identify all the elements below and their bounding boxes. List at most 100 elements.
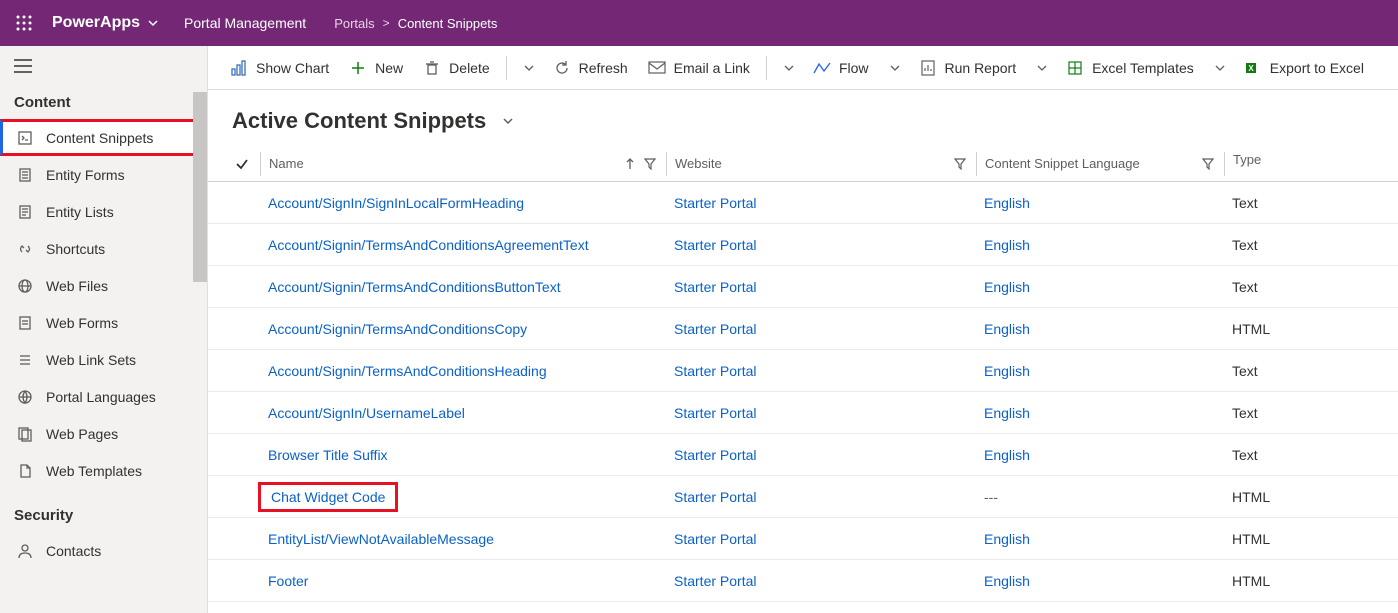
- run-report-button[interactable]: Run Report: [909, 46, 1027, 90]
- app-switch-chevron-icon[interactable]: [146, 16, 160, 30]
- svg-text:X: X: [1248, 64, 1254, 73]
- row-name[interactable]: Browser Title Suffix: [260, 447, 666, 463]
- row-name[interactable]: EntityList/ViewNotAvailableMessage: [260, 531, 666, 547]
- table-row[interactable]: FooterStarter PortalEnglishHTML: [208, 560, 1398, 602]
- run-report-label: Run Report: [945, 60, 1017, 76]
- row-website[interactable]: Starter Portal: [666, 363, 976, 379]
- row-name[interactable]: Account/Signin/TermsAndConditionsHeading: [260, 363, 666, 379]
- view-chevron-icon[interactable]: [500, 113, 516, 129]
- table-row[interactable]: Chat Widget CodeStarter Portal---HTML: [208, 476, 1398, 518]
- app-launcher-icon[interactable]: [12, 11, 36, 35]
- flow-chevron[interactable]: [881, 46, 909, 90]
- delete-chevron[interactable]: [515, 46, 543, 90]
- row-name[interactable]: Account/SignIn/UsernameLabel: [260, 405, 666, 421]
- filter-icon[interactable]: [644, 158, 656, 170]
- table-row[interactable]: EntityList/ViewNotAvailableMessageStarte…: [208, 518, 1398, 560]
- row-language[interactable]: English: [976, 321, 1224, 337]
- flow-label: Flow: [839, 60, 869, 76]
- row-language[interactable]: English: [976, 195, 1224, 211]
- row-name[interactable]: Account/Signin/TermsAndConditionsCopy: [260, 321, 666, 337]
- row-website[interactable]: Starter Portal: [666, 321, 976, 337]
- sidebar-item-portal-languages[interactable]: Portal Languages: [0, 378, 207, 415]
- row-website[interactable]: Starter Portal: [666, 279, 976, 295]
- row-type: Text: [1224, 237, 1398, 253]
- sidebar-item-web-forms[interactable]: Web Forms: [0, 304, 207, 341]
- contacts-icon: [16, 542, 34, 560]
- area-name[interactable]: Portal Management: [184, 15, 306, 31]
- email-link-button[interactable]: Email a Link: [638, 46, 760, 90]
- refresh-button[interactable]: Refresh: [543, 46, 638, 90]
- sidebar: Content Content Snippets Entity FormsEnti…: [0, 46, 208, 613]
- row-website[interactable]: Starter Portal: [666, 405, 976, 421]
- select-all-check[interactable]: [224, 157, 260, 171]
- sidebar-item-web-templates[interactable]: Web Templates: [0, 452, 207, 489]
- row-website[interactable]: Starter Portal: [666, 195, 976, 211]
- sidebar-toggle[interactable]: [0, 46, 207, 86]
- row-website[interactable]: Starter Portal: [666, 447, 976, 463]
- sidebar-item-web-link-sets[interactable]: Web Link Sets: [0, 341, 207, 378]
- export-excel-button[interactable]: X Export to Excel: [1234, 46, 1374, 90]
- delete-button[interactable]: Delete: [413, 46, 499, 90]
- row-name[interactable]: Account/Signin/TermsAndConditionsAgreeme…: [260, 237, 666, 253]
- col-header-name[interactable]: Name: [260, 152, 666, 176]
- sidebar-item-label: Web Forms: [46, 315, 118, 331]
- table-row[interactable]: Account/Signin/TermsAndConditionsButtonT…: [208, 266, 1398, 308]
- table-row[interactable]: Account/Signin/TermsAndConditionsHeading…: [208, 350, 1398, 392]
- col-header-website[interactable]: Website: [666, 152, 976, 176]
- row-website[interactable]: Starter Portal: [666, 237, 976, 253]
- filter-icon[interactable]: [1202, 158, 1214, 170]
- row-website[interactable]: Starter Portal: [666, 573, 976, 589]
- table-row[interactable]: Account/SignIn/UsernameLabelStarter Port…: [208, 392, 1398, 434]
- sidebar-item-web-pages[interactable]: Web Pages: [0, 415, 207, 452]
- row-name[interactable]: Footer: [260, 573, 666, 589]
- export-excel-label: Export to Excel: [1270, 60, 1364, 76]
- show-chart-button[interactable]: Show Chart: [220, 46, 339, 90]
- flow-button[interactable]: Flow: [803, 46, 879, 90]
- excel-templates-button[interactable]: Excel Templates: [1056, 46, 1204, 90]
- excel-templates-chevron[interactable]: [1206, 46, 1234, 90]
- sidebar-item-contacts[interactable]: Contacts: [0, 532, 207, 569]
- row-website[interactable]: Starter Portal: [666, 489, 976, 505]
- group-content-header: Content: [0, 86, 207, 119]
- sidebar-item-label: Web Templates: [46, 463, 142, 479]
- sidebar-item-web-files[interactable]: Web Files: [0, 267, 207, 304]
- view-title[interactable]: Active Content Snippets: [232, 108, 486, 134]
- row-name[interactable]: Account/SignIn/SignInLocalFormHeading: [260, 195, 666, 211]
- table-row[interactable]: Browser Title SuffixStarter PortalEnglis…: [208, 434, 1398, 476]
- row-name[interactable]: Account/Signin/TermsAndConditionsButtonT…: [260, 279, 666, 295]
- row-language[interactable]: English: [976, 573, 1224, 589]
- row-name[interactable]: Chat Widget Code: [260, 482, 666, 512]
- col-header-language[interactable]: Content Snippet Language: [976, 152, 1224, 176]
- row-language[interactable]: English: [976, 447, 1224, 463]
- email-link-chevron[interactable]: [775, 46, 803, 90]
- delete-label: Delete: [449, 60, 489, 76]
- row-language[interactable]: English: [976, 363, 1224, 379]
- sidebar-item-label: Content Snippets: [46, 130, 153, 146]
- table-row[interactable]: Account/SignIn/SignInLocalFormHeadingSta…: [208, 182, 1398, 224]
- row-language: ---: [976, 489, 1224, 505]
- new-button[interactable]: New: [339, 46, 413, 90]
- sidebar-scrollbar[interactable]: [193, 92, 207, 282]
- sidebar-item-entity-forms[interactable]: Entity Forms: [0, 156, 207, 193]
- table-row[interactable]: Account/Signin/TermsAndConditionsAgreeme…: [208, 224, 1398, 266]
- sidebar-item-entity-lists[interactable]: Entity Lists: [0, 193, 207, 230]
- filter-icon[interactable]: [954, 158, 966, 170]
- col-header-type[interactable]: Type: [1224, 152, 1398, 176]
- app-name[interactable]: PowerApps: [52, 14, 140, 32]
- sort-asc-icon[interactable]: [624, 158, 636, 170]
- email-link-label: Email a Link: [674, 60, 750, 76]
- row-website[interactable]: Starter Portal: [666, 531, 976, 547]
- row-language[interactable]: English: [976, 279, 1224, 295]
- row-language[interactable]: English: [976, 531, 1224, 547]
- run-report-chevron[interactable]: [1028, 46, 1056, 90]
- sidebar-item-shortcuts[interactable]: Shortcuts: [0, 230, 207, 267]
- view-header: Active Content Snippets: [208, 90, 1398, 146]
- row-language[interactable]: English: [976, 237, 1224, 253]
- refresh-icon: [553, 59, 571, 77]
- sidebar-item-label: Web Pages: [46, 426, 118, 442]
- table-row[interactable]: Account/Signin/TermsAndConditionsCopySta…: [208, 308, 1398, 350]
- row-type: HTML: [1224, 321, 1398, 337]
- sidebar-item-content-snippets[interactable]: Content Snippets: [0, 119, 207, 156]
- row-language[interactable]: English: [976, 405, 1224, 421]
- breadcrumb-parent[interactable]: Portals: [334, 16, 374, 31]
